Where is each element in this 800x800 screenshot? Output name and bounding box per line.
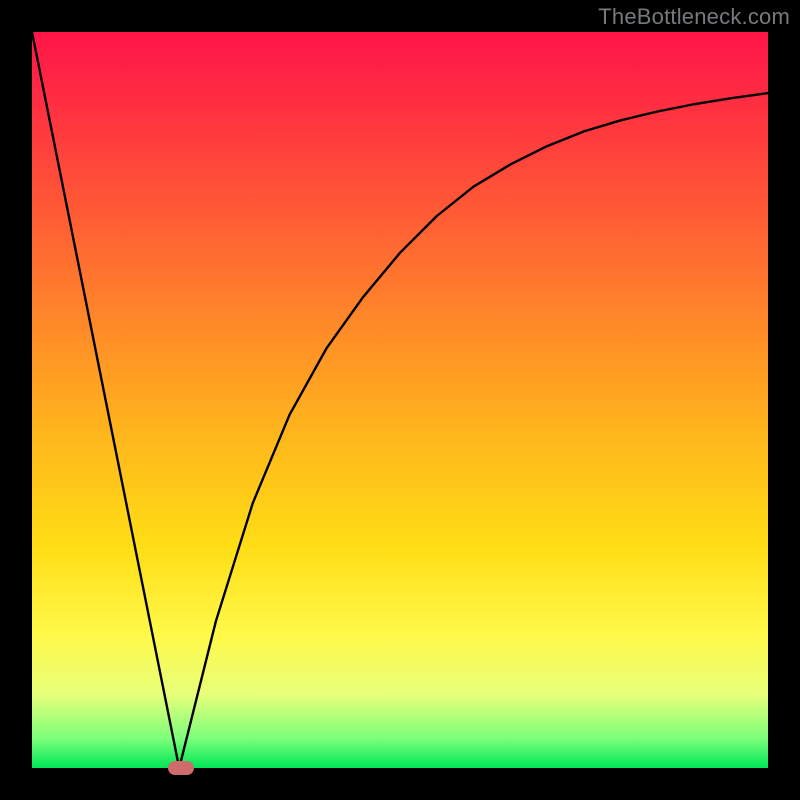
plot-area: [32, 32, 768, 768]
bottleneck-curve: [32, 32, 768, 768]
optimal-region-marker: [168, 761, 194, 775]
curve-svg: [32, 32, 768, 768]
watermark-text: TheBottleneck.com: [598, 4, 790, 30]
chart-frame: TheBottleneck.com: [0, 0, 800, 800]
